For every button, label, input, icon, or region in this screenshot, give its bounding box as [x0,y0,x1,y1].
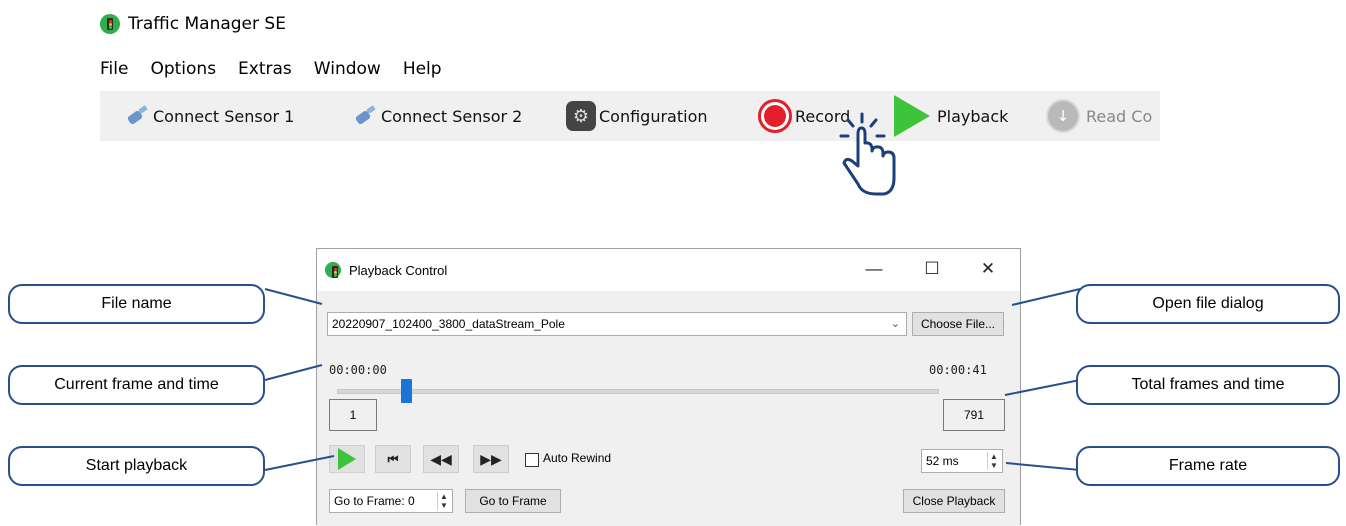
callout-total-frames-text: Total frames and time [1131,376,1285,393]
callout-current-frame-text: Current frame and time [54,376,219,393]
callout-start-playback-text: Start playback [85,457,188,474]
callout-total-frames: Total frames and time [1076,365,1340,405]
callout-frame-rate: Frame rate [1076,446,1340,486]
callout-file-name-text: File name [101,295,172,312]
callout-frame-rate-text: Frame rate [1168,457,1248,474]
callout-open-file: Open file dialog [1076,284,1340,324]
callout-start-playback: Start playback [8,446,265,486]
callout-current-frame: Current frame and time [8,365,265,405]
callout-file-name: File name [8,284,265,324]
callout-open-file-text: Open file dialog [1152,295,1264,312]
